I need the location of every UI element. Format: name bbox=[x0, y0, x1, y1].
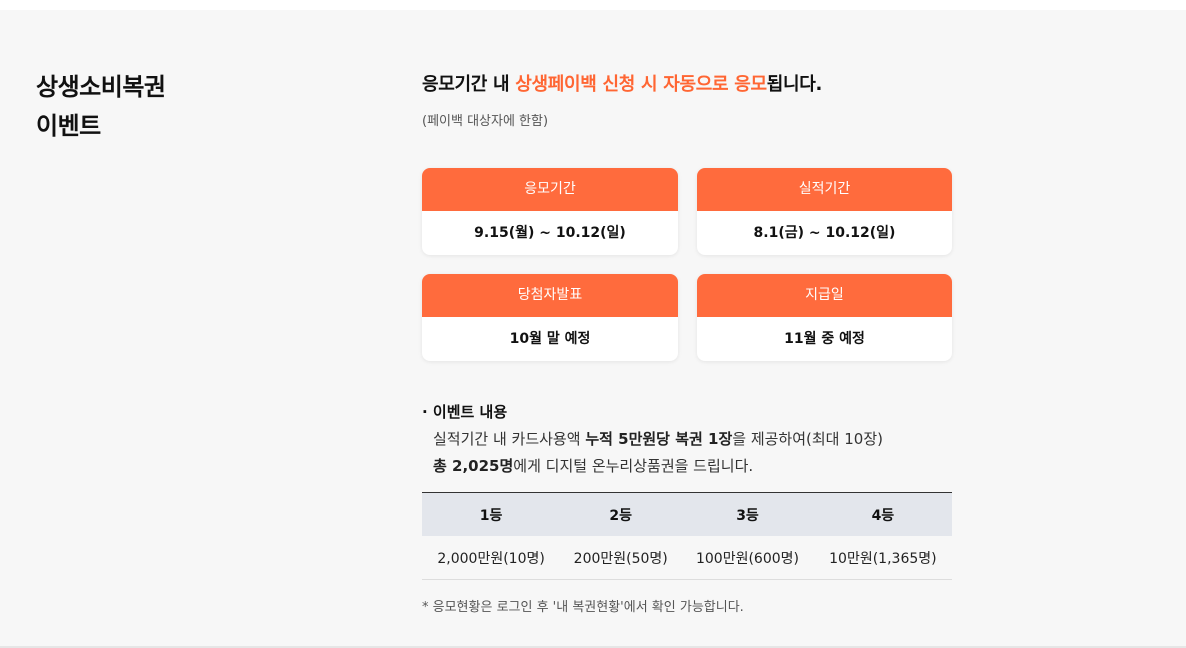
event-desc-text: 을 제공하여(최대 10장) bbox=[732, 430, 883, 448]
headline-subtext: (페이백 대상자에 한함) bbox=[422, 114, 549, 129]
card-value: 11월 중 예정 bbox=[784, 331, 865, 347]
section-title-line1: 상생소비복권 bbox=[36, 73, 166, 101]
card-value: 9.15(월) ~ 10.12(일) bbox=[474, 225, 626, 241]
card-performance-period: 실적기간 8.1(금) ~ 10.12(일) bbox=[697, 168, 952, 255]
event-desc-text: 실적기간 내 카드사용액 bbox=[433, 430, 586, 448]
event-desc-emphasis: 총 2,025명 bbox=[433, 457, 514, 475]
section-title: 상생소비복권 이벤트 bbox=[36, 68, 166, 146]
card-entry-period: 응모기간 9.15(월) ~ 10.12(일) bbox=[422, 168, 678, 255]
card-payment-date: 지급일 11월 중 예정 bbox=[697, 274, 952, 361]
headline: 응모기간 내 상생페이백 신청 시 자동으로 응모됩니다. bbox=[422, 70, 822, 96]
card-label: 실적기간 bbox=[697, 168, 952, 211]
card-value: 10월 말 예정 bbox=[509, 331, 591, 347]
prize-rank-1st: 1등 bbox=[422, 492, 561, 536]
event-desc-text: 에게 디지털 온누리상품권을 드립니다. bbox=[513, 457, 754, 475]
headline-text-2: 됩니다. bbox=[766, 74, 823, 95]
card-value: 8.1(금) ~ 10.12(일) bbox=[753, 225, 896, 241]
prize-value-2nd: 200만원(50명) bbox=[560, 536, 682, 580]
prize-value-3rd: 100만원(600명) bbox=[681, 536, 814, 580]
prize-header-row: 1등 2등 3등 4등 bbox=[422, 492, 952, 536]
event-details-description: 실적기간 내 카드사용액 누적 5만원당 복권 1장을 제공하여(최대 10장)… bbox=[433, 426, 883, 480]
prize-value-4th: 10만원(1,365명) bbox=[813, 536, 952, 580]
headline-text-1: 응모기간 내 bbox=[422, 74, 516, 95]
prize-table: 1등 2등 3등 4등 2,000만원(10명) 200만원(50명) 100만… bbox=[422, 492, 952, 580]
headline-highlight: 상생페이백 신청 시 자동으로 응모 bbox=[515, 74, 767, 95]
event-desc-line1: 실적기간 내 카드사용액 누적 5만원당 복권 1장을 제공하여(최대 10장) bbox=[433, 426, 883, 453]
event-desc-emphasis: 누적 5만원당 복권 1장 bbox=[585, 430, 733, 448]
prize-value-row: 2,000만원(10명) 200만원(50명) 100만원(600명) 10만원… bbox=[422, 536, 952, 580]
prize-value-1st: 2,000만원(10명) bbox=[422, 536, 561, 580]
event-details-title: · 이벤트 내용 bbox=[422, 403, 508, 421]
section-title-line2: 이벤트 bbox=[36, 112, 101, 140]
card-label: 응모기간 bbox=[422, 168, 678, 211]
event-desc-line2: 총 2,025명에게 디지털 온누리상품권을 드립니다. bbox=[433, 453, 883, 480]
footnote: * 응모현황은 로그인 후 '내 복권현황'에서 확인 가능합니다. bbox=[422, 600, 744, 615]
prize-rank-4th: 4등 bbox=[813, 492, 952, 536]
card-winner-announcement: 당첨자발표 10월 말 예정 bbox=[422, 274, 678, 361]
prize-rank-3rd: 3등 bbox=[681, 492, 814, 536]
card-label: 당첨자발표 bbox=[422, 274, 678, 317]
prize-rank-2nd: 2등 bbox=[560, 492, 682, 536]
card-label: 지급일 bbox=[697, 274, 952, 317]
